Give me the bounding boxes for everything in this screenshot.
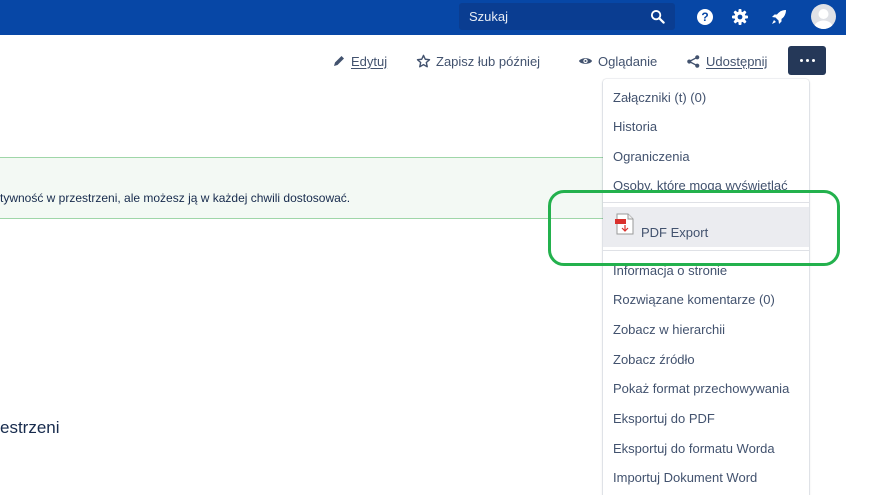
gear-icon[interactable]	[731, 8, 749, 26]
star-icon	[416, 54, 431, 67]
save-for-later-label: Zapisz łub później	[436, 53, 541, 69]
menu-divider	[603, 202, 809, 203]
rocket-icon[interactable]	[770, 8, 788, 26]
pencil-icon	[334, 56, 344, 66]
menu-item-viewers[interactable]: Osoby, które mogą wyświetlać	[613, 178, 788, 193]
info-banner	[0, 157, 610, 219]
edit-label: Edytuj	[351, 53, 388, 69]
menu-item-pdf-export[interactable]: PDF Export	[603, 207, 809, 247]
menu-item-resolved-comments[interactable]: Rozwiązane komentarze (0)	[613, 292, 775, 307]
menu-item-export-word[interactable]: Eksportuj do formatu Worda	[613, 441, 775, 456]
pdf-icon	[615, 213, 634, 235]
avatar[interactable]	[811, 4, 836, 29]
search-box[interactable]	[459, 3, 675, 30]
info-banner-text: tywność w przestrzeni, ale możesz ją w k…	[0, 191, 351, 205]
page-root: ? Edy	[0, 0, 870, 495]
menu-divider	[603, 250, 809, 251]
more-actions-button[interactable]	[788, 46, 826, 75]
search-input[interactable]	[469, 9, 639, 24]
help-icon[interactable]: ?	[696, 8, 714, 26]
share-icon	[687, 54, 700, 68]
more-icon-dot	[805, 59, 809, 62]
share-label: Udostępnij	[706, 53, 768, 69]
menu-item-page-info[interactable]: Informacja o stronie	[613, 263, 727, 278]
menu-item-history[interactable]: Historia	[613, 119, 657, 134]
save-for-later-button[interactable]: Zapisz łub później	[416, 52, 540, 70]
section-heading: estrzeni	[0, 418, 60, 437]
edit-button[interactable]: Edytuj	[332, 52, 387, 70]
avatar-icon	[814, 9, 833, 29]
watch-button[interactable]: Oglądanie	[578, 52, 657, 70]
more-icon	[799, 59, 803, 62]
more-actions-menu: Załączniki (t) (0) Historia Ograniczenia…	[603, 79, 809, 495]
top-navigation-bar: ?	[0, 0, 846, 35]
menu-item-import-word[interactable]: Importuj Dokument Word	[613, 470, 757, 485]
menu-item-storage-format[interactable]: Pokaż format przechowywania	[613, 381, 789, 396]
pdf-export-label: PDF Export	[641, 225, 709, 240]
watch-label: Oglądanie	[598, 53, 658, 69]
more-icon-dot	[811, 59, 815, 62]
menu-item-export-pdf[interactable]: Eksportuj do PDF	[613, 411, 715, 426]
svg-text:?: ?	[701, 10, 708, 24]
menu-item-restrictions[interactable]: Ograniczenia	[613, 149, 690, 164]
menu-item-attachments[interactable]: Załączniki (t) (0)	[613, 90, 706, 105]
share-button[interactable]: Udostępnij	[686, 52, 767, 70]
search-icon[interactable]	[650, 9, 665, 24]
eye-icon	[578, 58, 593, 64]
menu-item-view-in-hierarchy[interactable]: Zobacz w hierarchii	[613, 322, 725, 337]
menu-item-view-source[interactable]: Zobacz źródło	[613, 352, 695, 367]
